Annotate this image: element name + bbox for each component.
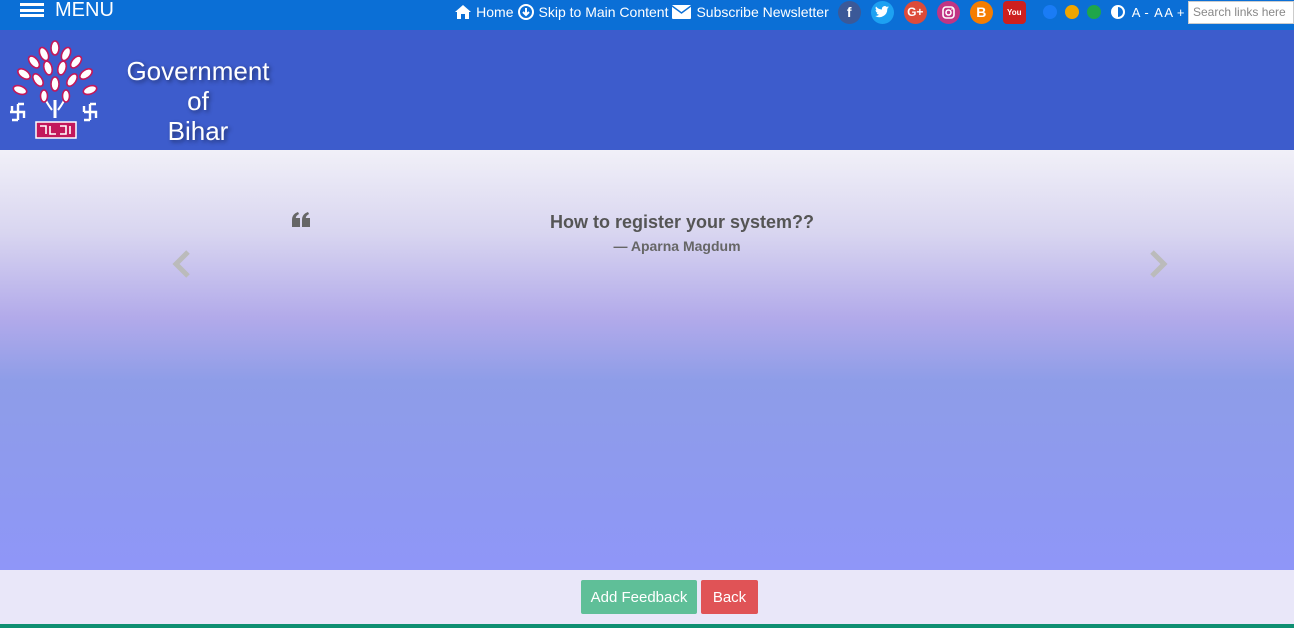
chevron-right-icon: [1150, 250, 1168, 278]
font-increase-button[interactable]: A +: [1164, 5, 1185, 20]
blogger-glyph: B: [976, 4, 987, 20]
carousel-previous-button[interactable]: [170, 248, 194, 280]
site-title-line-3: Bihar: [167, 116, 229, 146]
bottom-divider: [0, 624, 1294, 628]
font-normal-button[interactable]: A: [1154, 5, 1163, 20]
testimonial-author: — Aparna Magdum: [613, 238, 741, 254]
site-title-line-2: of: [187, 86, 209, 116]
youtube-glyph: You: [1006, 7, 1022, 17]
theme-orange-button[interactable]: [1064, 5, 1079, 19]
blogger-icon[interactable]: B: [969, 0, 993, 24]
subscribe-link-label: Subscribe Newsletter: [696, 4, 829, 20]
theme-blue-button[interactable]: [1042, 5, 1057, 19]
skip-to-main-link[interactable]: Skip to Main Content: [517, 4, 669, 20]
facebook-icon[interactable]: f: [837, 0, 861, 24]
instagram-icon[interactable]: [936, 0, 960, 24]
home-icon: [455, 5, 472, 19]
youtube-icon[interactable]: You: [1002, 0, 1026, 24]
top-bar: MENU Home Skip to Main Content Subscribe…: [0, 0, 1294, 30]
skip-link-label: Skip to Main Content: [538, 4, 669, 20]
back-button[interactable]: Back: [701, 580, 758, 614]
twitter-icon[interactable]: [870, 0, 894, 24]
search-input[interactable]: [1188, 0, 1294, 24]
testimonial-quote: How to register your system??: [549, 212, 815, 232]
site-title-line-1: Government: [126, 56, 270, 86]
add-feedback-button[interactable]: Add Feedback: [581, 580, 697, 614]
testimonial-carousel: How to register your system?? — Aparna M…: [0, 150, 1294, 570]
hamburger-icon: [20, 3, 44, 17]
home-link[interactable]: Home: [455, 4, 514, 20]
site-title: Government of Bihar: [120, 56, 276, 146]
contrast-icon[interactable]: [1110, 5, 1125, 19]
google-plus-glyph: G+: [907, 5, 924, 19]
google-plus-icon[interactable]: G+: [903, 0, 927, 24]
facebook-glyph: f: [846, 4, 852, 20]
site-header: Government of Bihar: [0, 30, 1294, 150]
menu-label: MENU: [55, 0, 114, 21]
envelope-icon: [672, 5, 692, 19]
bihar-emblem-logo[interactable]: [8, 40, 104, 144]
theme-green-button[interactable]: [1086, 5, 1101, 19]
subscribe-newsletter-link[interactable]: Subscribe Newsletter: [672, 4, 829, 20]
font-decrease-button[interactable]: A -: [1132, 5, 1149, 20]
carousel-next-button[interactable]: [1146, 248, 1170, 280]
home-link-label: Home: [476, 4, 514, 20]
arrow-down-circle-icon: [517, 4, 534, 20]
chevron-left-icon: [172, 250, 190, 278]
top-links: Home Skip to Main Content Subscribe News…: [455, 0, 1294, 24]
action-bar: Add Feedback Back: [0, 570, 1294, 624]
menu-button[interactable]: MENU: [20, 0, 114, 20]
